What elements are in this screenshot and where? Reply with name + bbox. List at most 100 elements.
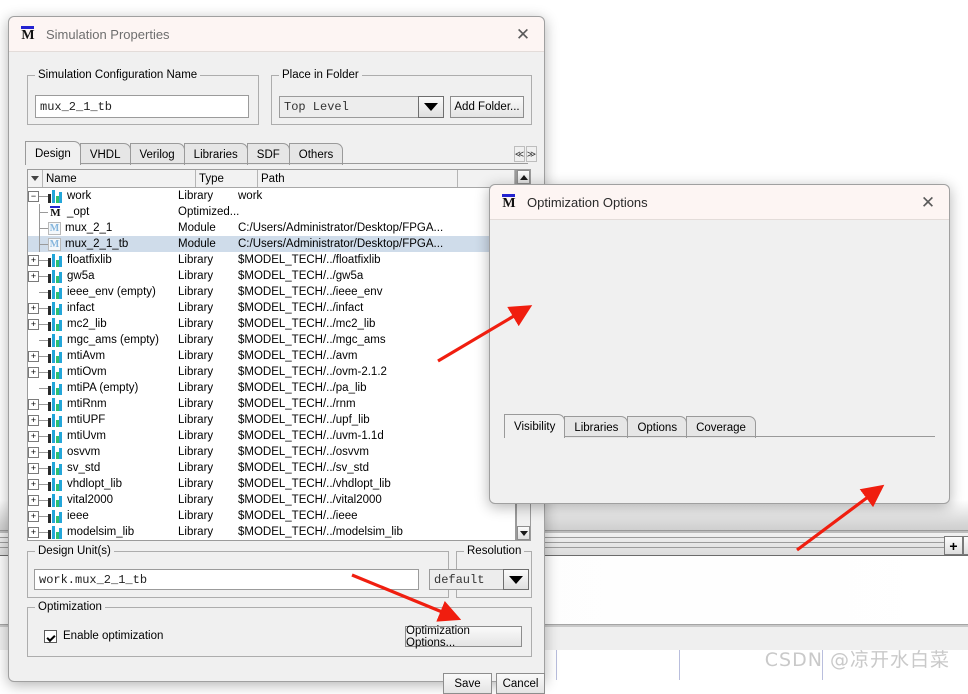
tree-row[interactable]: M _opt Optimized... xyxy=(28,204,515,220)
tab-visibility[interactable]: Visibility xyxy=(504,414,566,438)
design-library-tree[interactable]: Name Type Path − work Library work M _opt Opti… xyxy=(27,169,516,541)
tree-row[interactable]: mgc_ams (empty) Library $MODEL_TECH/../mgc… xyxy=(28,332,515,348)
expand-icon[interactable]: + xyxy=(28,478,39,490)
tree-row[interactable]: Mmux_2_1 Module C:/Users/Administrator/Des… xyxy=(28,220,515,236)
cancel-button[interactable]: Cancel xyxy=(496,673,545,694)
tree-connector xyxy=(39,291,48,293)
tree-row[interactable]: Mmux_2_1_tb Module C:/Users/Administrator/… xyxy=(28,236,515,252)
tree-row[interactable]: + mtiUvm Library $MODEL_TECH/../uvm-1.1d xyxy=(28,428,515,444)
tree-row-path-cell: $MODEL_TECH/../avm xyxy=(238,350,358,362)
tree-row-name-cell: + modelsim_lib xyxy=(28,525,178,539)
expand-icon[interactable]: + xyxy=(28,366,39,378)
tree-row[interactable]: + sv_std Library $MODEL_TECH/../sv_std xyxy=(28,460,515,476)
scroll-up-icon[interactable] xyxy=(517,170,530,184)
library-icon xyxy=(48,253,63,267)
expand-icon[interactable]: + xyxy=(28,270,39,282)
optimization-options-button[interactable]: Optimization Options... xyxy=(405,625,522,649)
tree-row[interactable]: + floatfixlib Library $MODEL_TECH/../floatf… xyxy=(28,252,515,268)
tree-row-path-cell: $MODEL_TECH/../ovm-2.1.2 xyxy=(238,366,387,378)
save-button[interactable]: Save xyxy=(443,673,492,694)
scroll-down-icon[interactable] xyxy=(517,526,530,540)
tree-row[interactable]: + vital2000 Library $MODEL_TECH/../vital200… xyxy=(28,492,515,508)
tab-libraries[interactable]: Libraries xyxy=(183,143,248,165)
tree-row[interactable]: ieee_env (empty) Library $MODEL_TECH/../ie… xyxy=(28,284,515,300)
column-header-type[interactable]: Type xyxy=(196,170,258,187)
expand-icon[interactable]: + xyxy=(28,462,39,474)
tab-scroll-left-icon[interactable]: ≪ xyxy=(514,146,525,162)
column-header-path[interactable]: Path xyxy=(258,170,458,187)
sort-indicator-icon[interactable] xyxy=(28,170,43,187)
tree-row-path-cell: $MODEL_TECH/../osvvm xyxy=(238,446,369,458)
tree-row[interactable]: + modelsim_lib Library $MODEL_TECH/../model… xyxy=(28,524,515,540)
tree-row-path-cell: $MODEL_TECH/../vital2000 xyxy=(238,494,382,506)
simulation-configuration-name-input[interactable]: mux_2_1_tb xyxy=(35,95,249,118)
expand-icon[interactable]: + xyxy=(28,430,39,442)
expand-icon[interactable]: + xyxy=(28,302,39,314)
enable-optimization-checkbox[interactable] xyxy=(44,630,57,643)
tree-row[interactable]: − work Library work xyxy=(28,188,515,204)
tree-row[interactable]: + infact Library $MODEL_TECH/../infact xyxy=(28,300,515,316)
tree-row-label: mtiUPF xyxy=(67,414,106,426)
tab-scroll-right-icon[interactable]: ≫ xyxy=(526,146,537,162)
tree-row[interactable]: + mc2_lib Library $MODEL_TECH/../mc2_lib xyxy=(28,316,515,332)
tree-row[interactable]: + gw5a Library $MODEL_TECH/../gw5a xyxy=(28,268,515,284)
tree-row-label: mgc_ams (empty) xyxy=(67,334,160,346)
tree-row[interactable]: + ieee Library $MODEL_TECH/../ieee xyxy=(28,508,515,524)
column-header-name[interactable]: Name xyxy=(43,170,196,187)
close-icon[interactable]: ✕ xyxy=(508,20,538,48)
tree-row[interactable]: + vhdlopt_lib Library $MODEL_TECH/../vhdlop… xyxy=(28,476,515,492)
tab-verilog[interactable]: Verilog xyxy=(129,143,185,165)
chevron-down-icon[interactable] xyxy=(503,569,529,590)
tab-libraries[interactable]: Libraries xyxy=(564,416,629,438)
tree-row-type-cell: Library xyxy=(178,382,214,394)
optimization-options-titlebar: M Optimization Options ✕ xyxy=(490,185,949,220)
expand-icon[interactable]: + xyxy=(28,254,39,266)
tree-row-name-cell: + floatfixlib xyxy=(28,253,178,267)
expand-icon[interactable]: + xyxy=(28,494,39,506)
expand-icon[interactable]: + xyxy=(28,398,39,410)
library-icon xyxy=(48,381,63,395)
resolution-combo[interactable]: default xyxy=(429,569,529,590)
tree-row-type-cell: Module xyxy=(178,222,216,234)
tree-row[interactable]: + mtiOvm Library $MODEL_TECH/../ovm-2.1.2 xyxy=(28,364,515,380)
tree-row[interactable]: + mtiAvm Library $MODEL_TECH/../avm xyxy=(28,348,515,364)
design-units-input[interactable]: work.mux_2_1_tb xyxy=(34,569,419,590)
tab-vhdl[interactable]: VHDL xyxy=(79,143,131,165)
tab-sdf[interactable]: SDF xyxy=(246,143,290,165)
tree-row-path-cell: work xyxy=(238,190,263,202)
collapse-icon[interactable]: − xyxy=(28,190,39,202)
library-icon xyxy=(48,525,63,539)
library-icon xyxy=(48,429,63,443)
resolution-value: default xyxy=(429,569,503,590)
expand-icon[interactable]: + xyxy=(28,350,39,362)
close-icon[interactable]: ✕ xyxy=(913,188,943,216)
watermark: CSDN @凉开水白菜 xyxy=(764,649,950,671)
extra-toolbar-button[interactable] xyxy=(963,536,968,555)
add-folder-button[interactable]: Add Folder... xyxy=(450,96,524,118)
tree-row-name-cell: + vital2000 xyxy=(28,493,178,507)
tab-options[interactable]: Options xyxy=(627,416,688,438)
place-in-folder-combo[interactable]: Top Level xyxy=(279,96,444,118)
tree-connector xyxy=(39,307,48,309)
tree-row-name-cell: + mtiRnm xyxy=(28,397,178,411)
tab-design[interactable]: Design xyxy=(25,141,81,165)
library-icon xyxy=(48,317,63,331)
tab-others[interactable]: Others xyxy=(288,143,344,165)
expand-icon[interactable]: + xyxy=(28,526,39,538)
tree-row-name-cell: + mtiUPF xyxy=(28,413,178,427)
simulation-properties-title: Simulation Properties xyxy=(46,26,170,42)
tree-row-path-cell: $MODEL_TECH/../upf_lib xyxy=(238,414,370,426)
add-wave-button[interactable]: + xyxy=(944,536,963,555)
chevron-down-icon[interactable] xyxy=(418,96,444,118)
expand-icon[interactable]: + xyxy=(28,446,39,458)
tree-row[interactable]: mtiPA (empty) Library $MODEL_TECH/../pa_li… xyxy=(28,380,515,396)
tree-row-type-cell: Library xyxy=(178,286,214,298)
tab-coverage[interactable]: Coverage xyxy=(686,416,756,438)
expand-icon[interactable]: + xyxy=(28,414,39,426)
expand-icon[interactable]: + xyxy=(28,510,39,522)
tab-scroll-controls[interactable]: ≪ ≫ xyxy=(514,146,537,162)
tree-row[interactable]: + mtiRnm Library $MODEL_TECH/../rnm xyxy=(28,396,515,412)
tree-row[interactable]: + mtiUPF Library $MODEL_TECH/../upf_lib xyxy=(28,412,515,428)
expand-icon[interactable]: + xyxy=(28,318,39,330)
tree-row[interactable]: + osvvm Library $MODEL_TECH/../osvvm xyxy=(28,444,515,460)
